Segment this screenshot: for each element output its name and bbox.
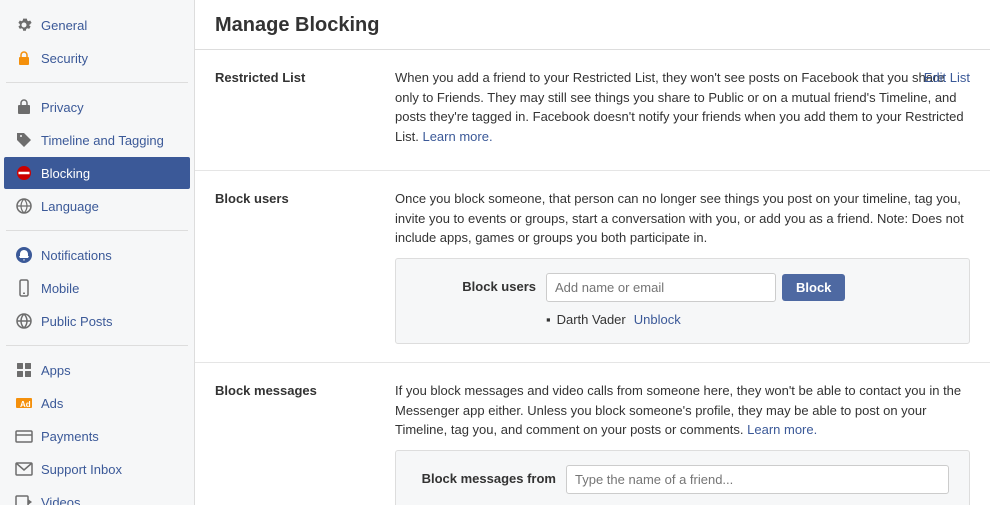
blocked-user-row: Darth Vader Unblock xyxy=(416,310,949,330)
sidebar-group-apps: Apps Ad Ads Payments xyxy=(0,354,194,505)
sidebar-item-public-posts[interactable]: Public Posts xyxy=(4,305,190,337)
sidebar-item-security[interactable]: Security xyxy=(4,42,190,74)
language-icon xyxy=(14,196,34,216)
sidebar-item-blocking[interactable]: Blocking xyxy=(4,157,190,189)
sidebar-item-videos[interactable]: Videos xyxy=(4,486,190,505)
block-users-label: Block users xyxy=(215,189,395,206)
sidebar-item-privacy-label: Privacy xyxy=(41,100,84,115)
restricted-list-description: When you add a friend to your Restricted… xyxy=(395,68,970,146)
sidebar-item-ads[interactable]: Ad Ads xyxy=(4,387,190,419)
block-messages-row: Block messages from xyxy=(416,465,949,494)
privacy-icon xyxy=(14,97,34,117)
sidebar-item-videos-label: Videos xyxy=(41,495,81,505)
sidebar-item-apps[interactable]: Apps xyxy=(4,354,190,386)
block-messages-content: If you block messages and video calls fr… xyxy=(395,381,970,505)
sidebar-item-payments[interactable]: Payments xyxy=(4,420,190,452)
blocked-user-name: Darth Vader xyxy=(557,310,626,330)
payments-icon xyxy=(14,426,34,446)
sidebar-group-notifications: Notifications Mobile Public Posts xyxy=(0,239,194,337)
restricted-list-label: Restricted List xyxy=(215,68,395,85)
sidebar-item-mobile[interactable]: Mobile xyxy=(4,272,190,304)
sidebar-item-privacy[interactable]: Privacy xyxy=(4,91,190,123)
block-users-input[interactable] xyxy=(546,273,776,302)
ads-icon: Ad xyxy=(14,393,34,413)
apps-icon xyxy=(14,360,34,380)
sidebar-item-general[interactable]: General xyxy=(4,9,190,41)
block-messages-learn-more[interactable]: Learn more. xyxy=(747,422,817,437)
sidebar-item-public-posts-label: Public Posts xyxy=(41,314,113,329)
sidebar-item-timeline-label: Timeline and Tagging xyxy=(41,133,164,148)
block-users-description: Once you block someone, that person can … xyxy=(395,189,970,248)
block-messages-label: Block messages xyxy=(215,381,395,398)
sidebar-item-blocking-label: Blocking xyxy=(41,166,90,181)
block-messages-description: If you block messages and video calls fr… xyxy=(395,381,970,440)
sidebar-item-language-label: Language xyxy=(41,199,99,214)
main-content: Manage Blocking Restricted List Edit Lis… xyxy=(195,0,990,505)
restricted-list-content: Edit List When you add a friend to your … xyxy=(395,68,970,152)
section-block-messages: Block messages If you block messages and… xyxy=(195,363,990,505)
restricted-list-learn-more[interactable]: Learn more. xyxy=(422,129,492,144)
lock-icon xyxy=(14,48,34,68)
section-block-users: Block users Once you block someone, that… xyxy=(195,171,990,363)
unblock-link[interactable]: Unblock xyxy=(634,310,681,330)
block-users-row: Block users Block xyxy=(416,273,949,302)
sidebar-item-notifications-label: Notifications xyxy=(41,248,112,263)
sidebar-item-ads-label: Ads xyxy=(41,396,63,411)
sidebar-group-privacy: Privacy Timeline and Tagging Blocking xyxy=(0,91,194,222)
mobile-icon xyxy=(14,278,34,298)
block-messages-input[interactable] xyxy=(566,465,949,494)
support-icon xyxy=(14,459,34,479)
sidebar-item-timeline-tagging[interactable]: Timeline and Tagging xyxy=(4,124,190,156)
page-header: Manage Blocking xyxy=(195,0,990,50)
sidebar: General Security Privacy xyxy=(0,0,195,505)
block-messages-input-area: Block messages from xyxy=(395,450,970,505)
block-users-content: Once you block someone, that person can … xyxy=(395,189,970,344)
block-users-input-area: Block users Block Darth Vader Unblock xyxy=(395,258,970,345)
globe-icon xyxy=(14,311,34,331)
sidebar-item-support-inbox[interactable]: Support Inbox xyxy=(4,453,190,485)
edit-list-link[interactable]: Edit List xyxy=(924,68,970,88)
block-icon xyxy=(14,163,34,183)
sidebar-group-account: General Security xyxy=(0,9,194,74)
sidebar-item-apps-label: Apps xyxy=(41,363,71,378)
page-title: Manage Blocking xyxy=(215,14,970,37)
videos-icon xyxy=(14,492,34,505)
tag-icon xyxy=(14,130,34,150)
block-users-button[interactable]: Block xyxy=(782,274,845,301)
sidebar-item-payments-label: Payments xyxy=(41,429,99,444)
block-messages-input-label: Block messages from xyxy=(416,469,556,489)
sidebar-item-notifications[interactable]: Notifications xyxy=(4,239,190,271)
notifications-icon xyxy=(14,245,34,265)
sidebar-item-general-label: General xyxy=(41,18,87,33)
block-users-input-label: Block users xyxy=(416,277,536,297)
section-restricted-list: Restricted List Edit List When you add a… xyxy=(195,50,990,171)
sidebar-item-language[interactable]: Language xyxy=(4,190,190,222)
sidebar-item-mobile-label: Mobile xyxy=(41,281,79,296)
gear-icon xyxy=(14,15,34,35)
sidebar-item-security-label: Security xyxy=(41,51,88,66)
sidebar-item-support-inbox-label: Support Inbox xyxy=(41,462,122,477)
svg-text:Ad: Ad xyxy=(20,400,31,409)
